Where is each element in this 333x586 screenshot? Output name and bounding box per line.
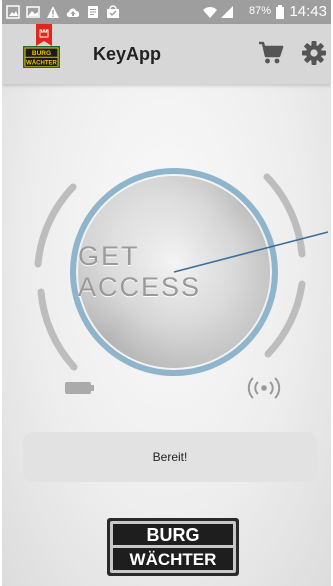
brand-logo-text-burg: BURG [147,525,200,545]
logo-text-burg: BURG [32,50,51,57]
gear-icon[interactable] [301,40,327,66]
image-icon [26,6,40,18]
cloud-upload-icon [66,8,80,17]
status-message-box: Bereit! [23,432,317,482]
app-title: KeyApp [93,44,162,64]
get-access-button[interactable]: GET ACCESS [78,176,270,368]
signal-strength-icon [221,6,233,18]
wireless-signal-icon [247,377,281,399]
wifi-icon [203,7,217,18]
status-bar: 87% 14:43 [2,0,331,24]
cart-icon[interactable] [258,40,284,66]
app-screen: 87% 14:43 BURG WÄCHTER KeyApp GET ACCESS… [2,0,331,586]
app-bar: BURG WÄCHTER KeyApp [2,24,331,84]
get-access-label: GET ACCESS [78,241,202,302]
logo-text-waechter: WÄCHTER [26,59,57,66]
clock: 14:43 [289,3,327,20]
gallery-icon [6,5,20,19]
outer-arc-left-bottom [37,288,78,371]
battery-icon [65,382,94,394]
access-area: GET ACCESS [2,84,331,424]
report-icon [88,6,98,18]
app-logo-icon: BURG WÄCHTER [23,24,60,68]
battery-status-icon [276,5,284,19]
brand-logo-text-waechter: WÄCHTER [130,550,217,569]
bag-check-icon [107,5,119,18]
status-message: Bereit! [152,450,188,464]
battery-percent: 87% [248,5,271,17]
outer-arc-left-top [34,183,77,268]
warning-icon [47,6,59,18]
brand-logo: BURG WÄCHTER [107,518,239,576]
